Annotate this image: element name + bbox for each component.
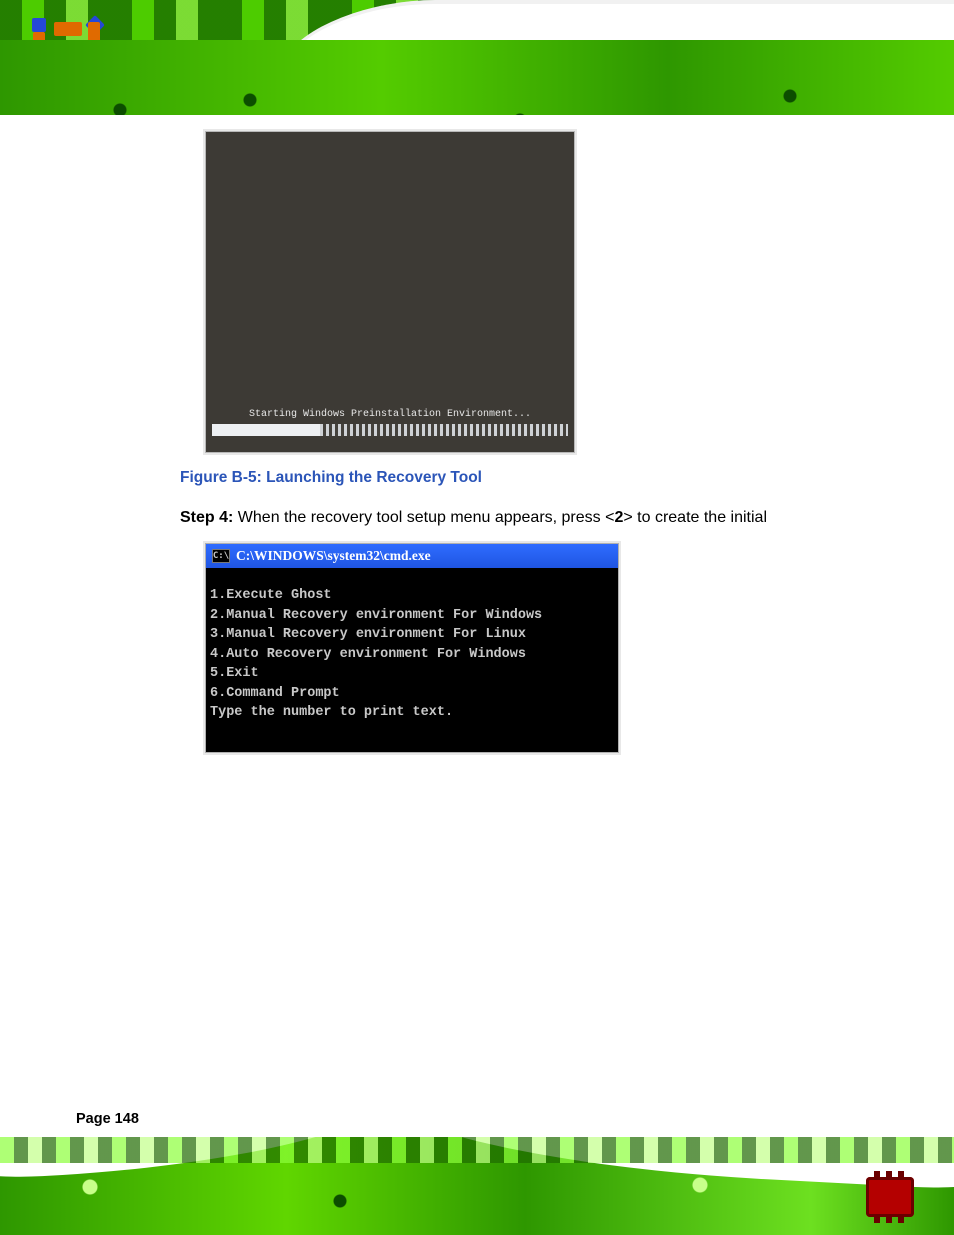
cmd-line: 3.Manual Recovery environment For Linux — [210, 627, 526, 642]
product-name: NANO-PV-D4252/N4552/D5252 — [608, 66, 894, 89]
cmd-line: 2.Manual Recovery environment For Window… — [210, 608, 542, 623]
brand-name: Technology Corp. — [119, 56, 296, 78]
step-4-body-before: When the recovery tool setup menu appear… — [238, 509, 615, 526]
brand-text: ®Technology Corp. — [108, 56, 295, 79]
cmd-line: Type the number to print text. — [210, 705, 453, 720]
winpe-loading-text: Starting Windows Preinstallation Environ… — [206, 409, 574, 420]
screenshot-winpe-loading: Starting Windows Preinstallation Environ… — [205, 131, 575, 453]
page-content: Starting Windows Preinstallation Environ… — [0, 115, 954, 1100]
decorative-chip-icon — [866, 1177, 914, 1217]
cmd-body: 1.Execute Ghost 2.Manual Recovery enviro… — [206, 568, 618, 752]
step-4-text: Step 4: When the recovery tool setup men… — [180, 509, 864, 527]
cmd-title-text: C:\WINDOWS\system32\cmd.exe — [236, 548, 431, 564]
cmd-line: 4.Auto Recovery environment For Windows — [210, 647, 526, 662]
winpe-progress-fill — [212, 424, 320, 436]
iei-logo — [30, 22, 100, 78]
cmd-line: 1.Execute Ghost — [210, 588, 332, 603]
cmd-titlebar: C:\ C:\WINDOWS\system32\cmd.exe — [206, 544, 618, 568]
page-number: Page 148 — [76, 1111, 139, 1127]
screenshot-cmd-window: C:\ C:\WINDOWS\system32\cmd.exe 1.Execut… — [205, 543, 619, 753]
registered-mark: ® — [108, 56, 119, 72]
figure-5-caption: Figure B-5: Launching the Recovery Tool — [180, 469, 864, 487]
header-banner: ®Technology Corp. NANO-PV-D4252/N4552/D5… — [0, 0, 954, 115]
cmd-line: 6.Command Prompt — [210, 686, 340, 701]
footer-swoosh-left — [0, 1137, 402, 1185]
cmd-line: 5.Exit — [210, 666, 259, 681]
step-4-prefix: Step 4: — [180, 509, 233, 526]
step-4-body-after: > to create the initial — [623, 509, 767, 526]
footer-banner — [0, 1137, 954, 1235]
cmd-icon: C:\ — [212, 549, 230, 563]
header-swoosh — [254, 0, 954, 115]
